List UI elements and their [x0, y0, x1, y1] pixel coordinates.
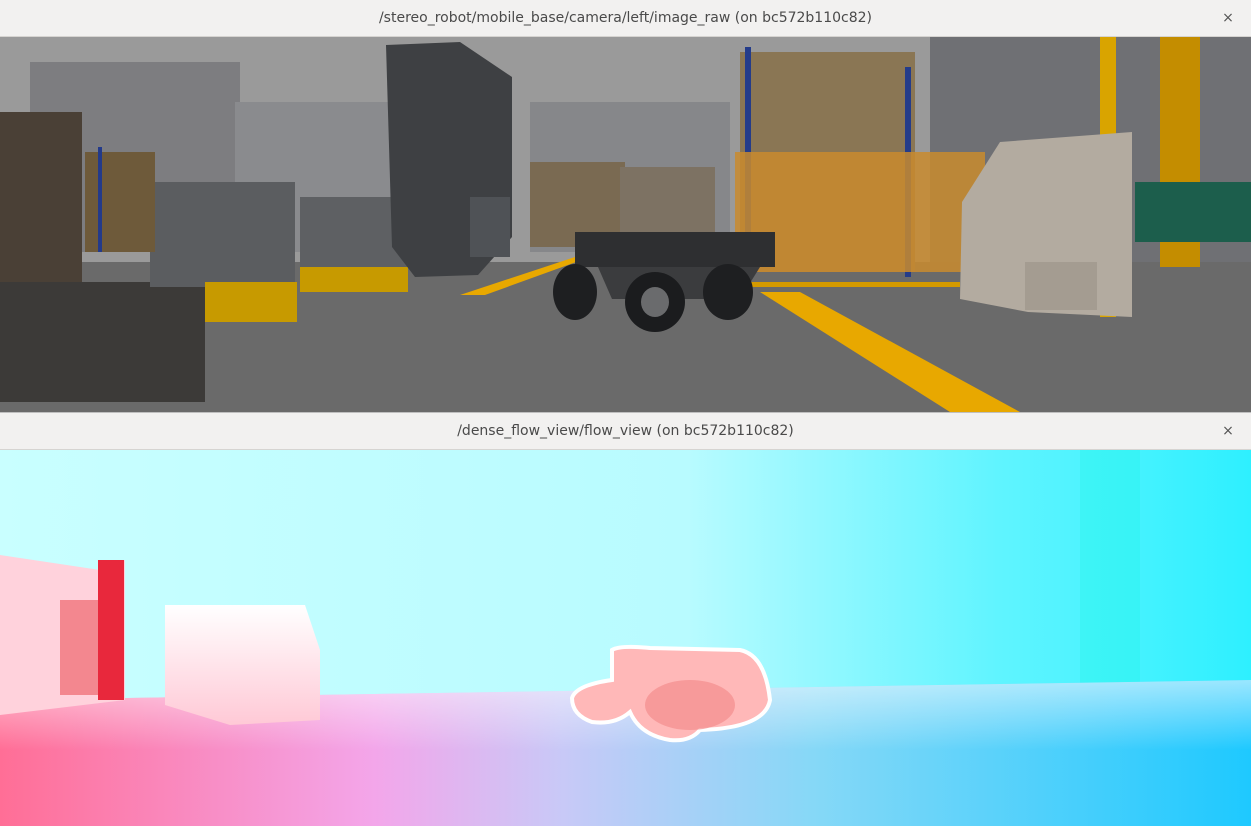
- optical-flow-image: [0, 450, 1251, 826]
- close-icon[interactable]: ×: [1219, 9, 1237, 27]
- window-title: /stereo_robot/mobile_base/camera/left/im…: [378, 10, 873, 26]
- title-bar[interactable]: /stereo_robot/mobile_base/camera/left/im…: [0, 0, 1251, 37]
- camera-image-window: /stereo_robot/mobile_base/camera/left/im…: [0, 0, 1251, 412]
- window-title: /dense_flow_view/flow_view (on bc572b110…: [457, 423, 794, 439]
- warehouse-scene-image: [0, 37, 1251, 412]
- flow-view-window: /dense_flow_view/flow_view (on bc572b110…: [0, 412, 1251, 826]
- flow-view-image: [0, 450, 1251, 826]
- camera-image-view: [0, 37, 1251, 412]
- close-icon[interactable]: ×: [1219, 422, 1237, 440]
- title-bar[interactable]: /dense_flow_view/flow_view (on bc572b110…: [0, 413, 1251, 450]
